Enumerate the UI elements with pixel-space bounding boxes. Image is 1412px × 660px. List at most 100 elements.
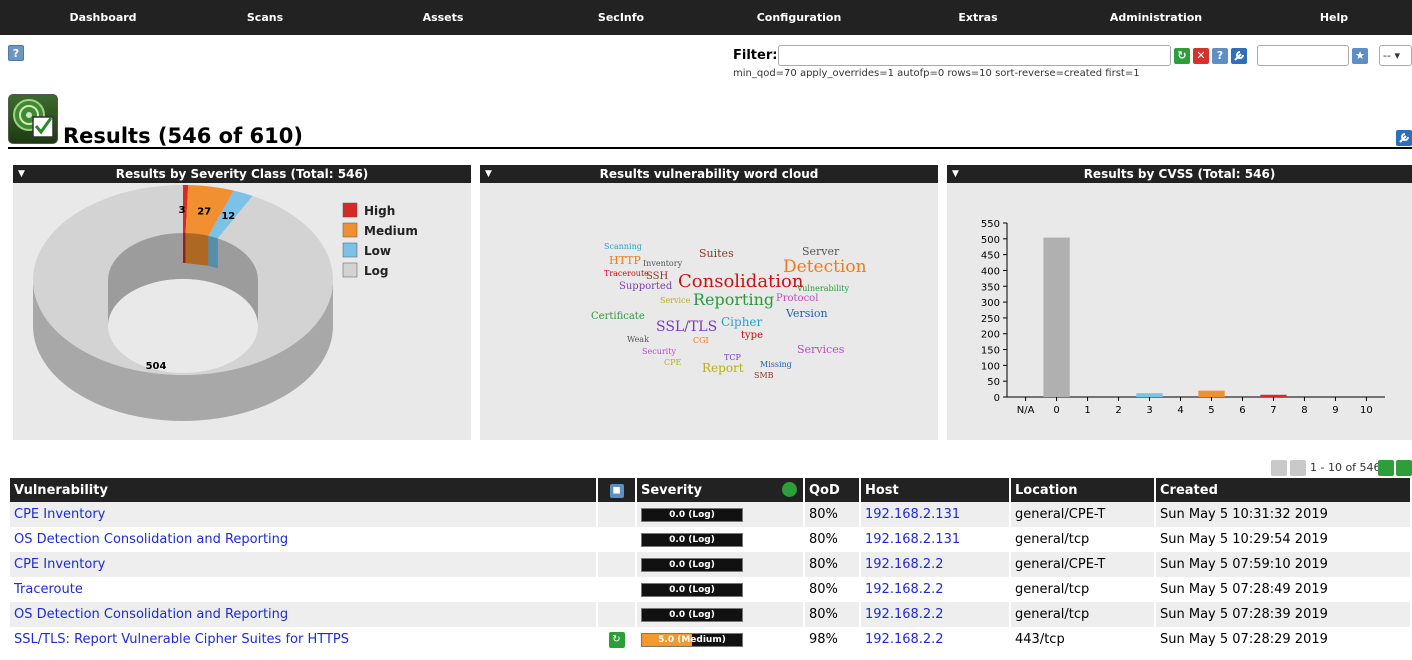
nav-dashboard[interactable]: Dashboard: [69, 11, 136, 24]
next-page-icon[interactable]: [1378, 460, 1394, 476]
severity-cell: 0.0 (Log): [636, 552, 805, 577]
last-page-icon[interactable]: [1396, 460, 1412, 476]
cloud-word[interactable]: Inventory: [643, 259, 683, 268]
cloud-word[interactable]: Certificate: [591, 311, 645, 322]
vulnerability-link[interactable]: Traceroute: [14, 582, 83, 597]
host-cell: 192.168.2.2: [860, 602, 1011, 627]
cloud-word[interactable]: CPE: [664, 358, 682, 367]
donut-label-medium: 27: [197, 206, 211, 217]
cvss-panel-header[interactable]: ▼ Results by CVSS (Total: 546): [947, 165, 1412, 183]
cloud-word[interactable]: Weak: [627, 335, 649, 344]
y-tick-label: 100: [981, 361, 1000, 372]
delete-icon[interactable]: ✕: [1193, 48, 1209, 64]
legend-label-medium: Medium: [364, 224, 418, 238]
host-link[interactable]: 192.168.2.131: [865, 507, 960, 522]
host-link[interactable]: 192.168.2.2: [865, 557, 944, 572]
cloud-word[interactable]: Suites: [699, 247, 734, 260]
vulnerability-cell: OS Detection Consolidation and Reporting: [10, 527, 598, 552]
first-page-icon[interactable]: [1271, 460, 1287, 476]
host-link[interactable]: 192.168.2.2: [865, 632, 944, 647]
list-options-icon[interactable]: [1396, 130, 1412, 146]
vulnerability-link[interactable]: SSL/TLS: Report Vulnerable Cipher Suites…: [14, 632, 349, 647]
y-tick-label: 150: [981, 346, 1000, 357]
col-host[interactable]: Host: [860, 478, 1011, 502]
cloud-word[interactable]: Protocol: [776, 293, 818, 304]
results-table: Vulnerability ◼ Severity QoD Host Locati…: [10, 478, 1412, 652]
x-tick-label: 6: [1239, 405, 1245, 416]
nav-secinfo[interactable]: SecInfo: [598, 11, 644, 24]
nav-configuration[interactable]: Configuration: [757, 11, 842, 24]
created-cell: Sun May 5 07:28:49 2019: [1155, 577, 1412, 602]
nav-assets[interactable]: Assets: [423, 11, 464, 24]
puzzle-icon: ◼: [609, 484, 624, 498]
wordcloud-panel: ▼ Results vulnerability word cloud Scann…: [480, 165, 938, 440]
legend-label-high: High: [364, 204, 395, 218]
x-tick-label: 5: [1208, 405, 1214, 416]
cloud-word[interactable]: SMB: [754, 371, 774, 380]
cloud-word[interactable]: Scanning: [604, 242, 642, 251]
y-tick-label: 300: [981, 298, 1000, 309]
cloud-word[interactable]: HTTP: [609, 254, 641, 267]
filter-name-input[interactable]: [1257, 45, 1349, 66]
vulnerability-link[interactable]: CPE Inventory: [14, 507, 105, 522]
vulnerability-link[interactable]: OS Detection Consolidation and Reporting: [14, 532, 288, 547]
donut-label-low: 12: [221, 211, 235, 222]
actions-cell: [597, 602, 637, 627]
created-cell: Sun May 5 07:28:39 2019: [1155, 602, 1412, 627]
collapse-icon[interactable]: ▼: [952, 165, 959, 183]
cloud-word[interactable]: Services: [797, 343, 845, 356]
cloud-word[interactable]: Vulnerability: [796, 284, 849, 293]
collapse-icon[interactable]: ▼: [18, 165, 25, 183]
col-qod[interactable]: QoD: [804, 478, 861, 502]
collapse-icon[interactable]: ▼: [485, 165, 492, 183]
filter-input[interactable]: [778, 45, 1171, 66]
prev-page-icon[interactable]: [1290, 460, 1306, 476]
nav-administration[interactable]: Administration: [1110, 11, 1202, 24]
wrench-icon[interactable]: [1231, 48, 1247, 64]
filter-help-icon[interactable]: ?: [1212, 48, 1228, 64]
cloud-word[interactable]: Cipher: [721, 315, 763, 329]
host-link[interactable]: 192.168.2.131: [865, 532, 960, 547]
nav-scans[interactable]: Scans: [247, 11, 283, 24]
severity-panel-header[interactable]: ▼ Results by Severity Class (Total: 546): [13, 165, 471, 183]
cloud-word[interactable]: Version: [785, 307, 828, 320]
col-vulnerability[interactable]: Vulnerability: [10, 478, 598, 502]
solution-type-icon[interactable]: ↻: [608, 632, 625, 648]
help-icon[interactable]: ?: [8, 45, 24, 61]
col-actions: ◼: [597, 478, 637, 502]
cloud-word[interactable]: Security: [642, 347, 676, 356]
y-tick-label: 50: [987, 377, 1000, 388]
y-tick-label: 550: [981, 219, 1000, 230]
cloud-word[interactable]: Report: [702, 361, 744, 375]
vulnerability-link[interactable]: OS Detection Consolidation and Reporting: [14, 607, 288, 622]
qod-cell: 80%: [804, 577, 861, 602]
table-row: OS Detection Consolidation and Reporting…: [10, 527, 1412, 552]
cloud-word[interactable]: Detection: [783, 257, 867, 277]
vulnerability-cell: Traceroute: [10, 577, 598, 602]
col-location[interactable]: Location: [1010, 478, 1156, 502]
cloud-word[interactable]: Service: [660, 296, 691, 305]
refresh-icon[interactable]: ↻: [1174, 48, 1190, 64]
cloud-word[interactable]: Supported: [619, 281, 673, 292]
host-link[interactable]: 192.168.2.2: [865, 582, 944, 597]
col-severity[interactable]: Severity: [636, 478, 805, 502]
cloud-word[interactable]: Traceroute: [604, 269, 649, 278]
cloud-word[interactable]: Missing: [760, 360, 792, 369]
cloud-word[interactable]: Reporting: [693, 290, 774, 309]
nav-extras[interactable]: Extras: [958, 11, 997, 24]
donut-inner-wall-high: [183, 233, 186, 264]
filter-select[interactable]: -- ▾: [1379, 45, 1412, 66]
qod-cell: 80%: [804, 502, 861, 527]
col-created[interactable]: Created: [1155, 478, 1412, 502]
cloud-word[interactable]: type: [741, 330, 763, 341]
star-icon[interactable]: ★: [1352, 48, 1368, 64]
vulnerability-link[interactable]: CPE Inventory: [14, 557, 105, 572]
cloud-word[interactable]: CGI: [693, 336, 709, 345]
severity-bar: 0.0 (Log): [641, 557, 743, 572]
page-title: Results (546 of 610): [63, 124, 303, 148]
nav-help[interactable]: Help: [1320, 11, 1348, 24]
severity-toggle-icon[interactable]: [782, 482, 797, 497]
wordcloud-panel-header[interactable]: ▼ Results vulnerability word cloud: [480, 165, 938, 183]
cloud-word[interactable]: SSL/TLS: [656, 319, 717, 335]
host-link[interactable]: 192.168.2.2: [865, 607, 944, 622]
